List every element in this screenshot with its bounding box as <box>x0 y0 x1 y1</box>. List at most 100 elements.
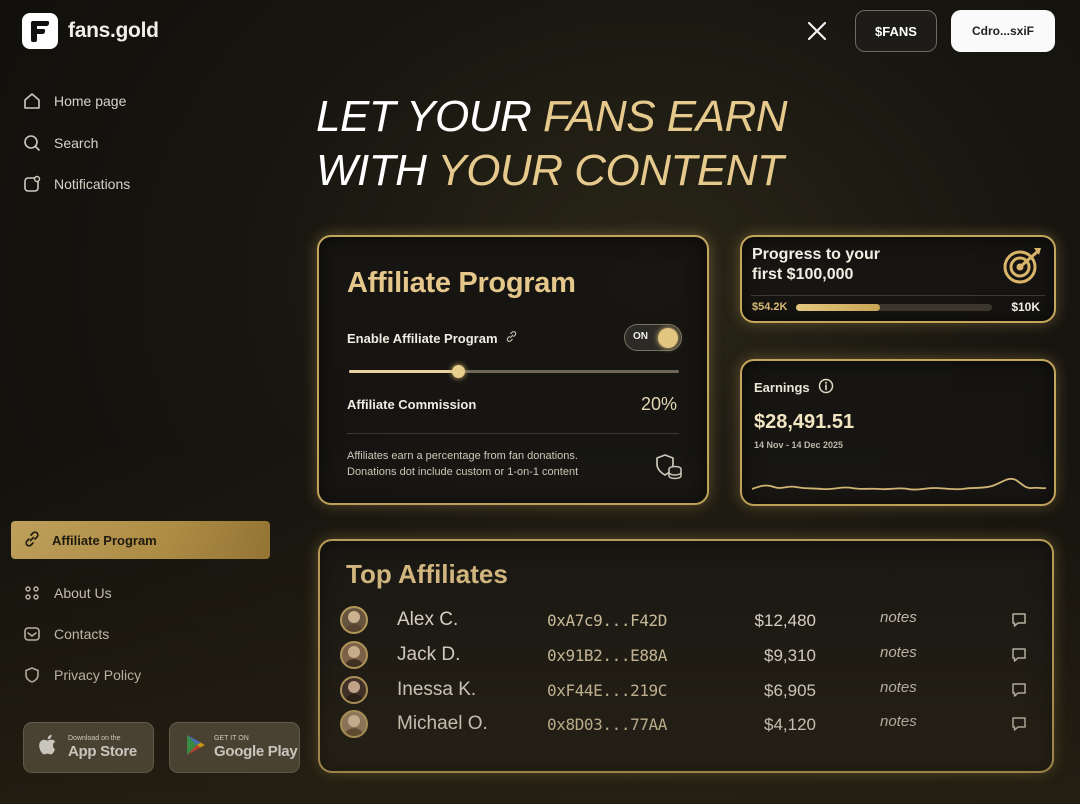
brand-logo[interactable]: fans.gold <box>22 13 159 49</box>
sidebar-item-home[interactable]: Home page <box>22 91 126 111</box>
progress-title-text: Progress to your first $100,000 <box>752 246 881 283</box>
progress-card: Progress to your first $100,000 $54.2K $… <box>740 235 1056 323</box>
sidebar-item-label: Notifications <box>54 176 131 192</box>
avatar <box>340 710 368 738</box>
earnings-amount: $28,491.51 <box>754 411 855 433</box>
hero-line2-gold: YOUR CONTENT <box>437 146 784 195</box>
enable-affiliate-label: Enable Affiliate Program <box>347 330 498 346</box>
google-play-label: Google Play <box>214 743 298 760</box>
app-store-caption: Download on the <box>68 735 121 742</box>
affiliate-name: Michael O. <box>397 713 488 734</box>
hero-line1-gold: FANS EARN <box>542 92 788 141</box>
sidebar-item-label: About Us <box>54 585 112 601</box>
divider <box>751 295 1045 296</box>
sidebar-item-label: Search <box>54 135 99 151</box>
earnings-label: Earnings <box>754 380 810 395</box>
affiliate-toggle[interactable]: ON <box>624 324 682 351</box>
affiliate-notes: notes <box>880 713 917 730</box>
divider <box>347 433 679 434</box>
earnings-card: Earnings $28,491.51 14 Nov - 14 Dec 2025 <box>740 359 1056 506</box>
earnings-date-range: 14 Nov - 14 Dec 2025 <box>754 440 844 450</box>
search-icon <box>22 133 42 153</box>
google-play-caption: GET IT ON <box>214 735 249 742</box>
logo-icon <box>22 13 58 49</box>
commission-slider-handle[interactable] <box>451 365 465 378</box>
brand-name: fans.gold <box>68 19 159 42</box>
chat-icon[interactable] <box>1010 681 1028 704</box>
info-icon[interactable] <box>818 378 834 397</box>
app-store-label: App Store <box>68 743 137 760</box>
mail-icon <box>22 624 42 644</box>
avatar <box>340 606 368 634</box>
affiliate-amount: $6,905 <box>764 681 816 700</box>
progress-bar <box>796 304 992 311</box>
target-icon <box>1002 245 1046 290</box>
earnings-label-row: Earnings <box>754 378 834 397</box>
table-row[interactable]: Alex C. 0xA7c9...F42D $12,480 notes <box>340 604 1030 636</box>
hero-line1-white: LET YOUR <box>316 92 543 141</box>
affiliate-name: Inessa K. <box>397 679 477 700</box>
sidebar-item-search[interactable]: Search <box>22 133 98 153</box>
fans-token-button[interactable]: $FANS <box>855 10 937 52</box>
affiliate-notes: notes <box>880 679 917 696</box>
affiliate-address: 0xA7c9...F42D <box>547 611 668 630</box>
affiliate-amount: $9,310 <box>764 646 816 665</box>
avatar <box>340 641 368 669</box>
enable-affiliate-row: Enable Affiliate Program <box>347 330 518 346</box>
table-row[interactable]: Inessa K. 0xF44E...219C $6,905 notes <box>340 674 1030 706</box>
chat-icon[interactable] <box>1010 715 1028 738</box>
sidebar-item-affiliate-program[interactable]: Affiliate Program <box>11 521 270 559</box>
affiliate-notes: notes <box>880 644 917 661</box>
progress-current: $54.2K <box>752 301 788 313</box>
sidebar-item-label: Contacts <box>54 626 110 642</box>
commission-value: 20% <box>640 394 677 414</box>
hero-headline: LET YOUR FANS EARN WITH YOUR CONTENT <box>316 90 788 198</box>
hero-line2-white: WITH <box>316 146 438 195</box>
affiliate-name: Jack D. <box>397 644 461 665</box>
affiliate-amount: $12,480 <box>754 611 816 630</box>
google-play-button[interactable]: GET IT ON Google Play <box>169 722 300 773</box>
affiliate-program-card: Affiliate Program Enable Affiliate Progr… <box>317 235 709 505</box>
sidebar-item-contacts[interactable]: Contacts <box>22 624 109 644</box>
affiliate-address: 0xF44E...219C <box>547 681 668 700</box>
apple-icon <box>38 733 60 762</box>
progress-goal: $10K <box>1011 300 1040 314</box>
affiliate-address: 0x8D03...77AA <box>547 715 668 734</box>
commission-slider[interactable] <box>349 365 679 378</box>
affiliate-name: Alex C. <box>397 609 459 630</box>
affiliate-card-title: Affiliate Program <box>347 267 576 299</box>
chat-icon[interactable] <box>1010 611 1028 634</box>
link-icon <box>23 530 41 551</box>
sidebar-item-about[interactable]: About Us <box>22 583 112 603</box>
earnings-sparkline <box>751 467 1047 502</box>
affiliate-amount: $4,120 <box>764 715 816 734</box>
google-play-icon <box>184 733 206 762</box>
dots-grid-icon <box>22 583 42 603</box>
affiliate-note: Affiliates earn a percentage from fan do… <box>347 450 579 478</box>
shield-coins-icon <box>654 453 684 486</box>
commission-label: Affiliate Commission <box>347 397 477 412</box>
top-affiliates-card: Top Affiliates Alex C. 0xA7c9...F42D $12… <box>318 539 1054 773</box>
sidebar-item-label: Home page <box>54 93 127 109</box>
link-icon <box>505 330 518 346</box>
sidebar-item-label: Privacy Policy <box>54 667 142 683</box>
wallet-address-button[interactable]: Cdro...sxiF <box>951 10 1055 52</box>
home-icon <box>22 91 42 111</box>
progress-bar-fill <box>796 304 881 311</box>
chat-icon[interactable] <box>1010 646 1028 669</box>
toggle-knob <box>658 328 678 348</box>
commission-slider-fill <box>349 370 458 373</box>
table-row[interactable]: Michael O. 0x8D03...77AA $4,120 notes <box>340 708 1030 740</box>
notification-icon <box>22 174 42 194</box>
affiliate-address: 0x91B2...E88A <box>547 646 668 665</box>
progress-title: Progress to your first $100,000 <box>752 245 902 285</box>
table-row[interactable]: Jack D. 0x91B2...E88A $9,310 notes <box>340 639 1030 671</box>
sidebar-item-privacy[interactable]: Privacy Policy <box>22 665 141 685</box>
sidebar-item-notifications[interactable]: Notifications <box>22 174 130 194</box>
toggle-label: ON <box>633 331 648 342</box>
avatar <box>340 676 368 704</box>
top-affiliates-title: Top Affiliates <box>346 559 508 589</box>
x-twitter-icon[interactable] <box>805 19 829 43</box>
sidebar-item-label: Affiliate Program <box>52 532 157 548</box>
app-store-button[interactable]: Download on the App Store <box>23 722 154 773</box>
